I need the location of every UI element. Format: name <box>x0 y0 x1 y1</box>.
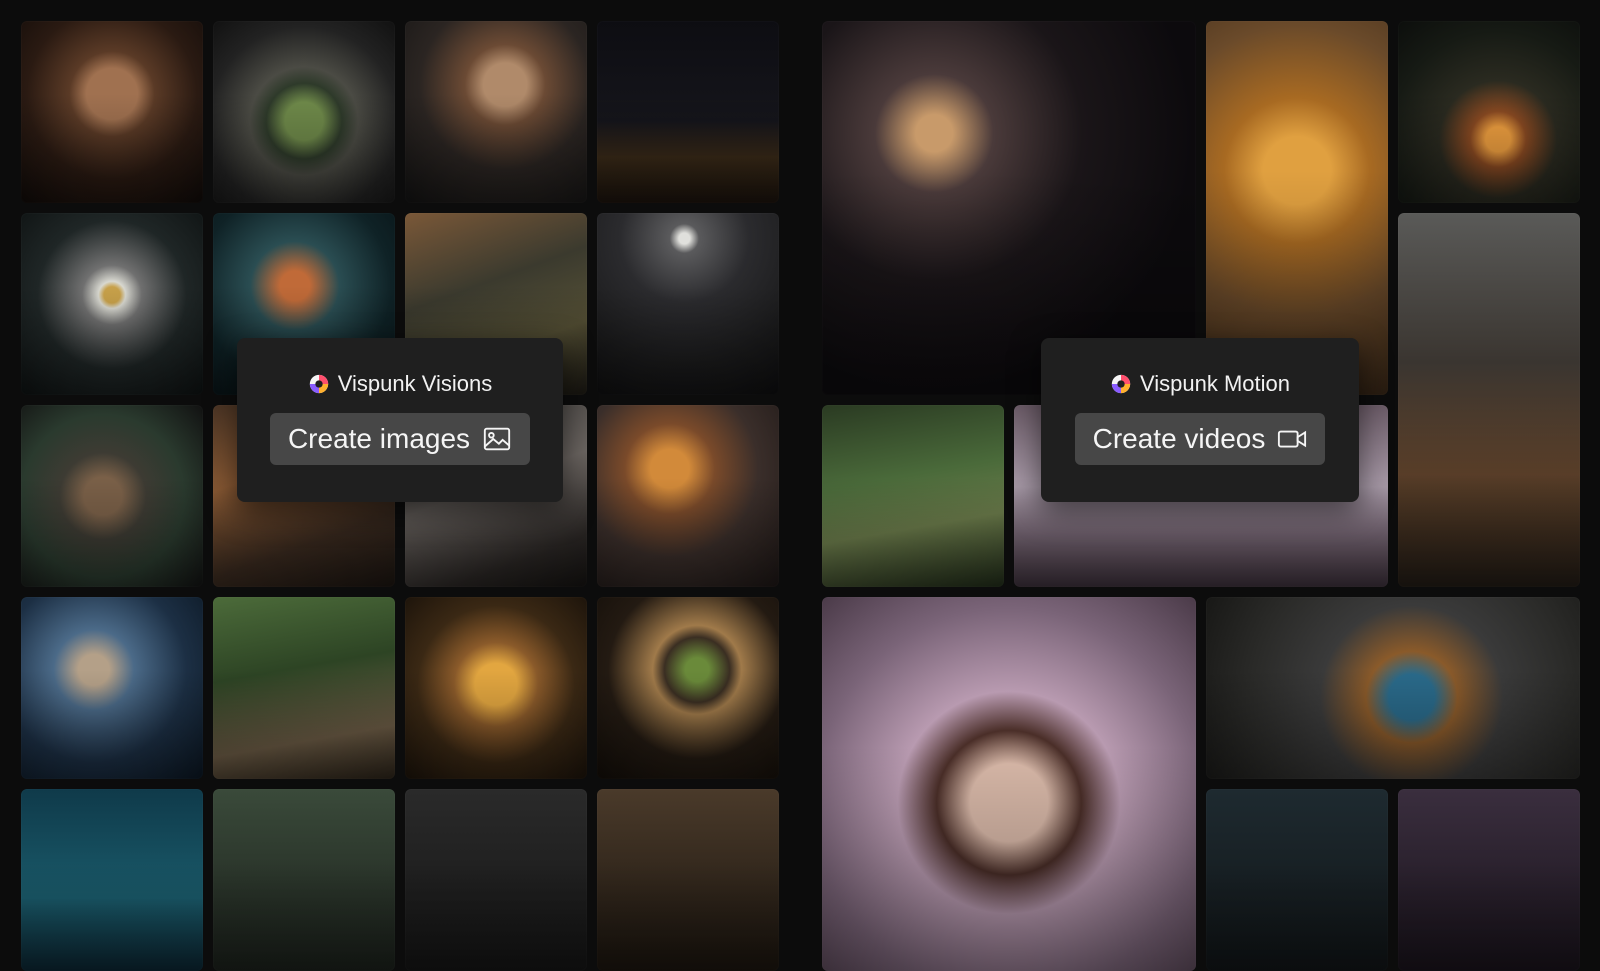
gallery-image-partial <box>213 789 395 971</box>
gallery-image-daisy <box>21 213 203 395</box>
create-videos-button[interactable]: Create videos <box>1074 413 1326 465</box>
create-videos-label: Create videos <box>1092 423 1266 454</box>
image-icon <box>483 427 511 451</box>
visions-brand: Vispunk Visions <box>308 371 493 397</box>
gallery-video-fairies <box>822 405 1004 587</box>
gallery-image-cyclist <box>213 597 395 779</box>
gallery-video-smiling-girl <box>822 597 1196 971</box>
gallery-image-astronaut-helmet <box>21 597 203 779</box>
gallery-video-campfire <box>1398 21 1580 203</box>
visions-brand-name: Vispunk Visions <box>337 371 493 396</box>
motion-brand: Vispunk Motion <box>1110 371 1290 397</box>
create-images-label: Create images <box>287 423 471 454</box>
gallery-video-partial <box>1398 789 1580 971</box>
gallery-image-water <box>21 789 203 971</box>
video-camera-icon <box>1278 430 1307 448</box>
gallery-video-dragon <box>1206 597 1580 779</box>
gallery-image-starry-valley <box>597 21 779 203</box>
gallery-image-man-portrait <box>405 21 587 203</box>
gallery-image-woman-portrait <box>21 21 203 203</box>
visions-card: Vispunk Visions Create images <box>237 338 563 502</box>
gallery-image-moon-chair <box>597 213 779 395</box>
motion-brand-name: Vispunk Motion <box>1139 371 1290 396</box>
gallery-image-dragon-stroller <box>597 597 779 779</box>
vispunk-logo-icon <box>1111 374 1131 394</box>
gallery-image-snail <box>21 405 203 587</box>
gallery-video-partial <box>1206 789 1388 971</box>
gallery-image-salad-sphere <box>213 21 395 203</box>
gallery-image-astronaut-fire <box>597 405 779 587</box>
create-images-button[interactable]: Create images <box>269 413 531 465</box>
gallery-image-partial <box>405 789 587 971</box>
vispunk-logo-icon <box>309 374 328 394</box>
gallery-video-robots <box>1398 213 1580 587</box>
gallery-image-chick <box>405 597 587 779</box>
motion-card: Vispunk Motion Create videos <box>1041 338 1359 502</box>
gallery-image-partial <box>597 789 779 971</box>
